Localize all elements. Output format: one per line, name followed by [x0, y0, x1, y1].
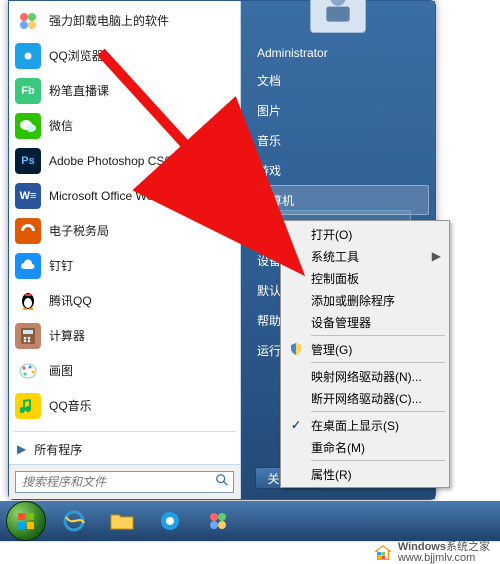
program-item[interactable]: QQ音乐	[9, 388, 240, 423]
context-menu-item[interactable]: 断开网络驱动器(C)...	[283, 387, 447, 409]
program-item[interactable]: 电子税务局	[9, 213, 240, 248]
context-menu-label: 映射网络驱动器(N)...	[311, 368, 422, 385]
watermark-logo-icon	[374, 544, 392, 562]
menu-separator	[311, 411, 445, 412]
right-item-label: 音乐	[257, 132, 281, 149]
separator	[13, 431, 236, 432]
taskbar	[0, 501, 500, 541]
context-menu-item[interactable]: ▶ 系统工具	[283, 245, 447, 267]
search-input[interactable]	[16, 472, 211, 492]
context-menu-label: 系统工具	[311, 248, 359, 265]
ie-icon	[62, 509, 86, 533]
program-label: 腾讯QQ	[49, 292, 92, 309]
qqb-icon	[159, 510, 181, 532]
program-label: 强力卸载电脑上的软件	[49, 12, 169, 29]
right-panel-item[interactable]: 音乐	[247, 125, 429, 155]
program-item[interactable]: 腾讯QQ	[9, 283, 240, 318]
user-name-label[interactable]: Administrator	[247, 41, 429, 65]
windows-orb-icon	[6, 501, 46, 541]
start-button[interactable]	[4, 504, 48, 538]
watermark-footer: Windows系统之家 www.bjjmlv.com	[0, 541, 500, 563]
right-item-label: 图片	[257, 102, 281, 119]
context-menu-item[interactable]: 控制面板	[283, 267, 447, 289]
right-panel-item[interactable]: 游戏	[247, 155, 429, 185]
program-label: 画图	[49, 362, 73, 379]
all-programs-label: 所有程序	[34, 441, 82, 458]
watermark-url: www.bjjmlv.com	[398, 553, 475, 564]
context-menu-label: 在桌面上显示(S)	[311, 417, 399, 434]
program-label: 计算器	[49, 327, 85, 344]
context-menu-item[interactable]: 属性(R)	[283, 463, 447, 485]
context-menu: 打开(O) ▶ 系统工具控制面板添加或删除程序设备管理器管理(G) 映射网络驱动器(N…	[280, 220, 450, 488]
watermark-cn: 系统之家	[446, 541, 490, 553]
clover-icon	[207, 510, 229, 532]
taskbar-ie[interactable]	[52, 504, 96, 538]
program-list: 强力卸载电脑上的软件 QQ浏览器 Fb粉笔直播课微信 PsAdobe Photosho…	[9, 1, 240, 429]
program-item[interactable]: PsAdobe Photoshop CS6	[9, 143, 240, 178]
triangle-right-icon: ▶	[17, 442, 26, 456]
context-menu-item[interactable]: 映射网络驱动器(N)...	[283, 365, 447, 387]
program-item[interactable]: 画图	[9, 353, 240, 388]
program-label: QQ浏览器	[49, 47, 104, 64]
program-label: 粉笔直播课	[49, 82, 109, 99]
context-menu-label: 控制面板	[311, 270, 359, 287]
avatar-icon	[318, 0, 358, 25]
context-menu-item[interactable]: 设备管理器	[283, 311, 447, 333]
program-item[interactable]: W≡Microsoft Office Word 2007	[9, 178, 240, 213]
program-label: Adobe Photoshop CS6	[49, 154, 171, 168]
menu-separator	[311, 335, 445, 336]
taskbar-explorer[interactable]	[100, 504, 144, 538]
program-label: 钉钉	[49, 257, 73, 274]
menu-separator	[311, 460, 445, 461]
shield-icon	[288, 341, 304, 357]
submenu-arrow-icon: ▶	[432, 249, 441, 263]
context-menu-label: 设备管理器	[311, 314, 371, 331]
taskbar-qqb[interactable]	[148, 504, 192, 538]
folder-icon	[110, 511, 134, 531]
right-item-label: 文档	[257, 72, 281, 89]
user-avatar[interactable]	[310, 0, 366, 33]
program-label: QQ音乐	[49, 397, 92, 414]
search-area	[9, 464, 240, 499]
context-menu-label: 断开网络驱动器(C)...	[311, 390, 422, 407]
right-panel-item[interactable]: 图片	[247, 95, 429, 125]
context-menu-label: 属性(R)	[311, 466, 352, 483]
context-menu-label: 管理(G)	[311, 341, 352, 358]
program-label: 电子税务局	[49, 222, 109, 239]
program-label: 微信	[49, 117, 73, 134]
program-item[interactable]: Fb粉笔直播课	[9, 73, 240, 108]
context-menu-label: 重命名(M)	[311, 439, 365, 456]
all-programs-button[interactable]: ▶ 所有程序	[9, 434, 240, 464]
context-menu-label: 添加或删除程序	[311, 292, 395, 309]
context-menu-item[interactable]: 重命名(M)	[283, 436, 447, 458]
program-item[interactable]: 微信	[9, 108, 240, 143]
search-box	[15, 471, 234, 493]
context-menu-item[interactable]: 管理(G)	[283, 338, 447, 360]
right-item-label: 计算机	[258, 192, 294, 209]
program-item[interactable]: QQ浏览器	[9, 38, 240, 73]
right-item-label: 游戏	[257, 162, 281, 179]
program-label: Microsoft Office Word 2007	[49, 189, 194, 203]
context-menu-item[interactable]: ✓ 在桌面上显示(S)	[283, 414, 447, 436]
program-item[interactable]: 钉钉	[9, 248, 240, 283]
right-panel-item[interactable]: 文档	[247, 65, 429, 95]
context-menu-label: 打开(O)	[311, 226, 352, 243]
program-item[interactable]: 强力卸载电脑上的软件	[9, 3, 240, 38]
context-menu-item[interactable]: 打开(O)	[283, 223, 447, 245]
menu-separator	[311, 362, 445, 363]
check-icon: ✓	[288, 417, 304, 433]
watermark-brand: Windows	[398, 541, 446, 553]
program-item[interactable]: 计算器	[9, 318, 240, 353]
start-left-panel: 强力卸载电脑上的软件 QQ浏览器 Fb粉笔直播课微信 PsAdobe Photosho…	[9, 1, 241, 499]
search-icon[interactable]	[211, 473, 233, 492]
taskbar-app[interactable]	[196, 504, 240, 538]
context-menu-item[interactable]: 添加或删除程序	[283, 289, 447, 311]
